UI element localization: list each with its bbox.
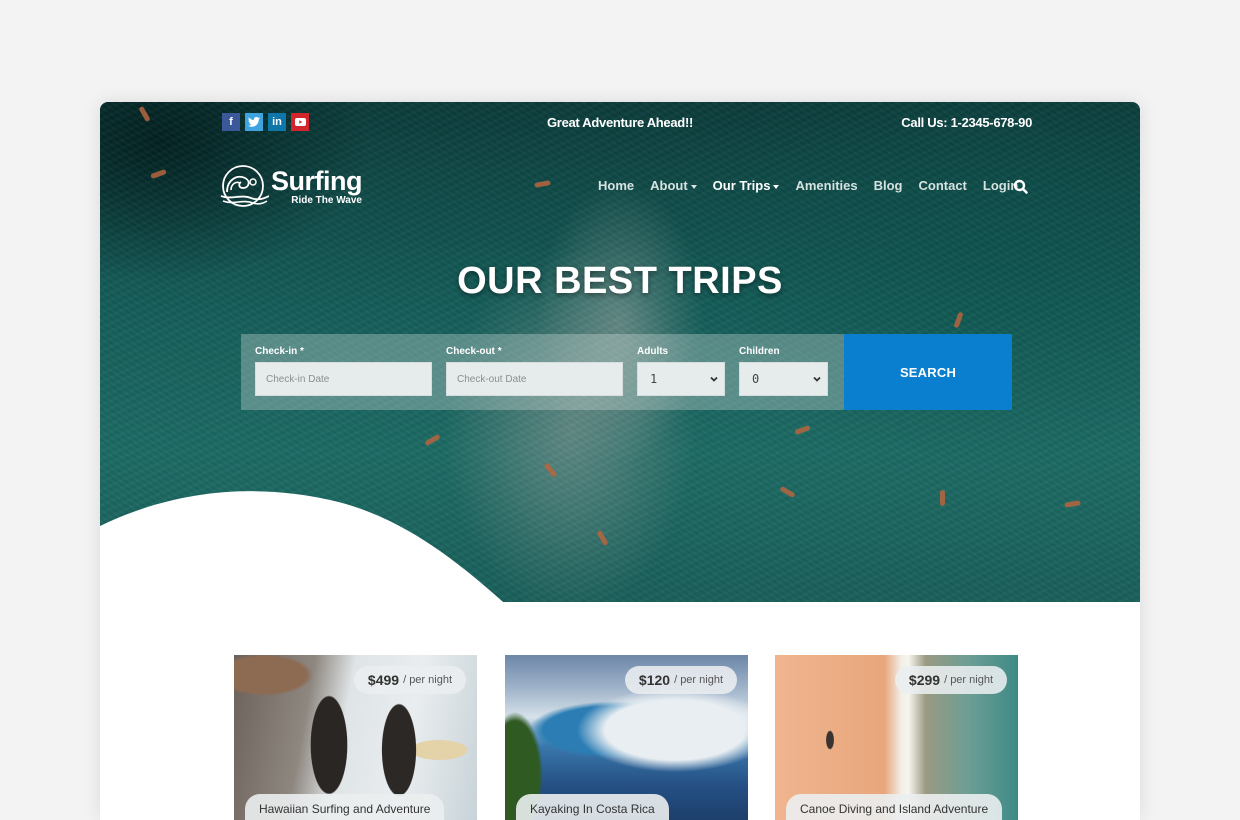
price-badge: $499 / per night (353, 666, 466, 694)
nav-label: Our Trips (712, 178, 771, 193)
nav-item-our-trips[interactable]: Our Trips (713, 178, 780, 193)
nav-item-contact[interactable]: Contact (919, 178, 967, 193)
children-label: Children (739, 346, 780, 357)
checkout-placeholder: Check-out Date (457, 374, 527, 385)
adults-select[interactable]: 1 (637, 362, 725, 396)
trip-name[interactable]: Canoe Diving and Island Adventure (786, 794, 1003, 820)
search-button[interactable]: SEARCH (844, 334, 1012, 410)
price-badge: $120 / per night (624, 666, 737, 694)
checkin-label: Check-in * (255, 346, 304, 357)
trip-name[interactable]: Hawaiian Surfing and Adventure (245, 794, 445, 820)
price-amount: $299 (908, 672, 941, 688)
price-amount: $120 (638, 672, 671, 688)
nav-label: Blog (873, 178, 903, 193)
nav-label: Contact (918, 178, 967, 193)
chevron-down-icon (710, 376, 718, 382)
logo-subtitle: Ride The Wave (291, 195, 362, 206)
nav-label: About (650, 178, 688, 193)
price-amount: $499 (367, 672, 400, 688)
nav-label: Home (598, 178, 635, 193)
caret-down-icon (773, 184, 780, 189)
page-frame: f in Great Adventure Ahead!! Call Us: 1-… (100, 102, 1140, 820)
price-unit: / per night (944, 674, 993, 686)
price-unit: / per night (674, 674, 723, 686)
price-unit: / per night (403, 674, 452, 686)
checkin-placeholder: Check-in Date (266, 374, 330, 385)
hero-title: OUR BEST TRIPS (457, 260, 783, 302)
adults-label: Adults (637, 346, 669, 357)
logo-text: Surfing Ride The Wave (271, 166, 363, 207)
checkout-input[interactable]: Check-out Date (446, 362, 623, 396)
price-badge: $299 / per night (894, 666, 1007, 694)
main-nav: Home About Our Trips Amenities Blog Cont… (598, 178, 1034, 193)
logo-title: Surfing (271, 166, 363, 196)
wave-logo-icon (220, 165, 269, 207)
checkin-input[interactable]: Check-in Date (255, 362, 432, 396)
booking-form: Check-in * Check-in Date Check-out * Che… (241, 334, 1012, 410)
trip-name[interactable]: Kayaking In Costa Rica (516, 794, 669, 820)
children-select[interactable]: 0 (739, 362, 828, 396)
caret-down-icon (690, 184, 697, 189)
call-us-phone[interactable]: Call Us: 1-2345-678-90 (901, 115, 1032, 130)
trip-card[interactable]: $120 / per night Kayaking In Costa Rica (505, 655, 748, 820)
nav-item-home[interactable]: Home (598, 178, 634, 193)
adults-value: 1 (650, 372, 658, 386)
checkout-label: Check-out * (446, 346, 502, 357)
top-bar: f in Great Adventure Ahead!! Call Us: 1-… (100, 102, 1140, 142)
nav-item-about[interactable]: About (650, 178, 697, 193)
site-logo[interactable]: Surfing Ride The Wave (219, 164, 363, 210)
nav-item-blog[interactable]: Blog (874, 178, 903, 193)
chevron-down-icon (813, 376, 821, 382)
trip-card[interactable]: $499 / per night Hawaiian Surfing and Ad… (234, 655, 477, 820)
nav-item-amenities[interactable]: Amenities (795, 178, 857, 193)
children-value: 0 (752, 372, 760, 386)
trip-card[interactable]: $299 / per night Canoe Diving and Island… (775, 655, 1018, 820)
search-icon[interactable] (1013, 179, 1029, 195)
nav-label: Amenities (795, 178, 858, 193)
